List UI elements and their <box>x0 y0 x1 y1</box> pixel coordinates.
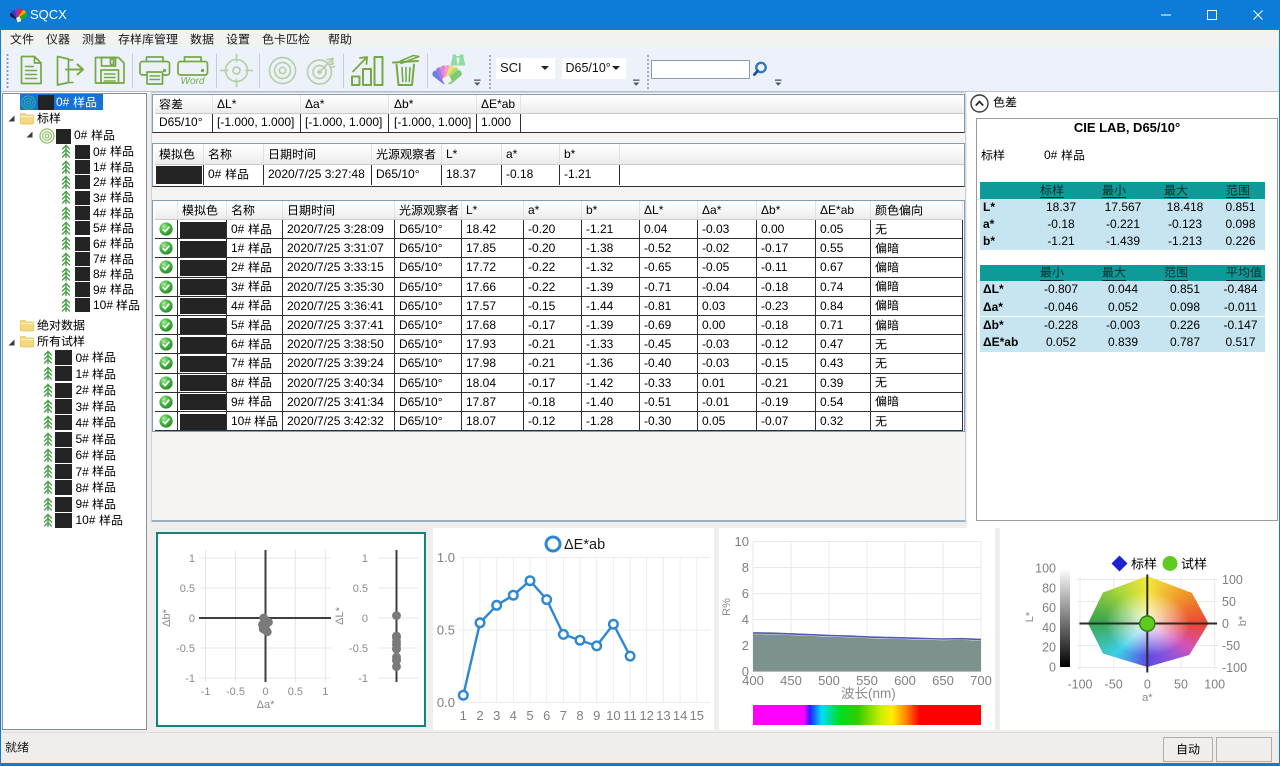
svg-text:(nm): (nm) <box>868 686 896 701</box>
svg-text:500: 500 <box>818 673 840 688</box>
svg-text:6: 6 <box>742 586 749 601</box>
svg-text:450: 450 <box>780 673 802 688</box>
svg-text:-1: -1 <box>201 686 211 698</box>
svg-text:Word: Word <box>181 76 205 87</box>
svg-text:0.5: 0.5 <box>353 583 368 595</box>
svg-text:Δa*: Δa* <box>257 699 275 711</box>
svg-text:8: 8 <box>576 708 583 723</box>
svg-text:1: 1 <box>322 686 328 698</box>
svg-text:14: 14 <box>673 708 687 723</box>
svg-text:11: 11 <box>623 708 637 723</box>
svg-text:15: 15 <box>690 708 704 723</box>
svg-text:650: 650 <box>932 673 954 688</box>
svg-text:12: 12 <box>639 708 653 723</box>
svg-text:9: 9 <box>593 708 600 723</box>
svg-text:-0.5: -0.5 <box>176 643 195 655</box>
svg-text:10: 10 <box>606 708 620 723</box>
svg-text:R%: R% <box>721 598 733 616</box>
svg-text:5: 5 <box>526 708 533 723</box>
svg-text:7: 7 <box>560 708 567 723</box>
svg-text:ΔL*: ΔL* <box>334 606 346 624</box>
svg-text:0: 0 <box>262 686 268 698</box>
svg-text:ΔE*ab: ΔE*ab <box>564 537 605 553</box>
svg-text:0.5: 0.5 <box>288 686 303 698</box>
svg-text:0.5: 0.5 <box>437 623 455 638</box>
svg-text:1: 1 <box>362 553 368 565</box>
svg-text:-0.5: -0.5 <box>226 686 245 698</box>
svg-text:0: 0 <box>189 613 195 625</box>
svg-text:400: 400 <box>742 673 764 688</box>
svg-text:3: 3 <box>493 708 500 723</box>
svg-text:2: 2 <box>476 708 483 723</box>
svg-text:0: 0 <box>362 613 368 625</box>
svg-text:1.0: 1.0 <box>437 550 455 565</box>
svg-text:13: 13 <box>656 708 670 723</box>
svg-text:4: 4 <box>510 708 517 723</box>
svg-text:700: 700 <box>970 673 992 688</box>
svg-text:-1: -1 <box>185 673 195 685</box>
svg-text:1: 1 <box>189 553 195 565</box>
svg-text:1: 1 <box>460 708 467 723</box>
svg-text:2: 2 <box>742 638 749 653</box>
svg-text:6: 6 <box>543 708 550 723</box>
svg-text:0.0: 0.0 <box>437 695 455 710</box>
svg-text:Δb*: Δb* <box>161 608 173 626</box>
svg-text:10: 10 <box>735 534 749 549</box>
svg-text:4: 4 <box>742 612 749 627</box>
svg-text:600: 600 <box>894 673 916 688</box>
svg-text:-0.5: -0.5 <box>349 643 368 655</box>
svg-text:0.5: 0.5 <box>180 583 195 595</box>
svg-text:8: 8 <box>742 560 749 575</box>
svg-text:-1: -1 <box>358 673 368 685</box>
